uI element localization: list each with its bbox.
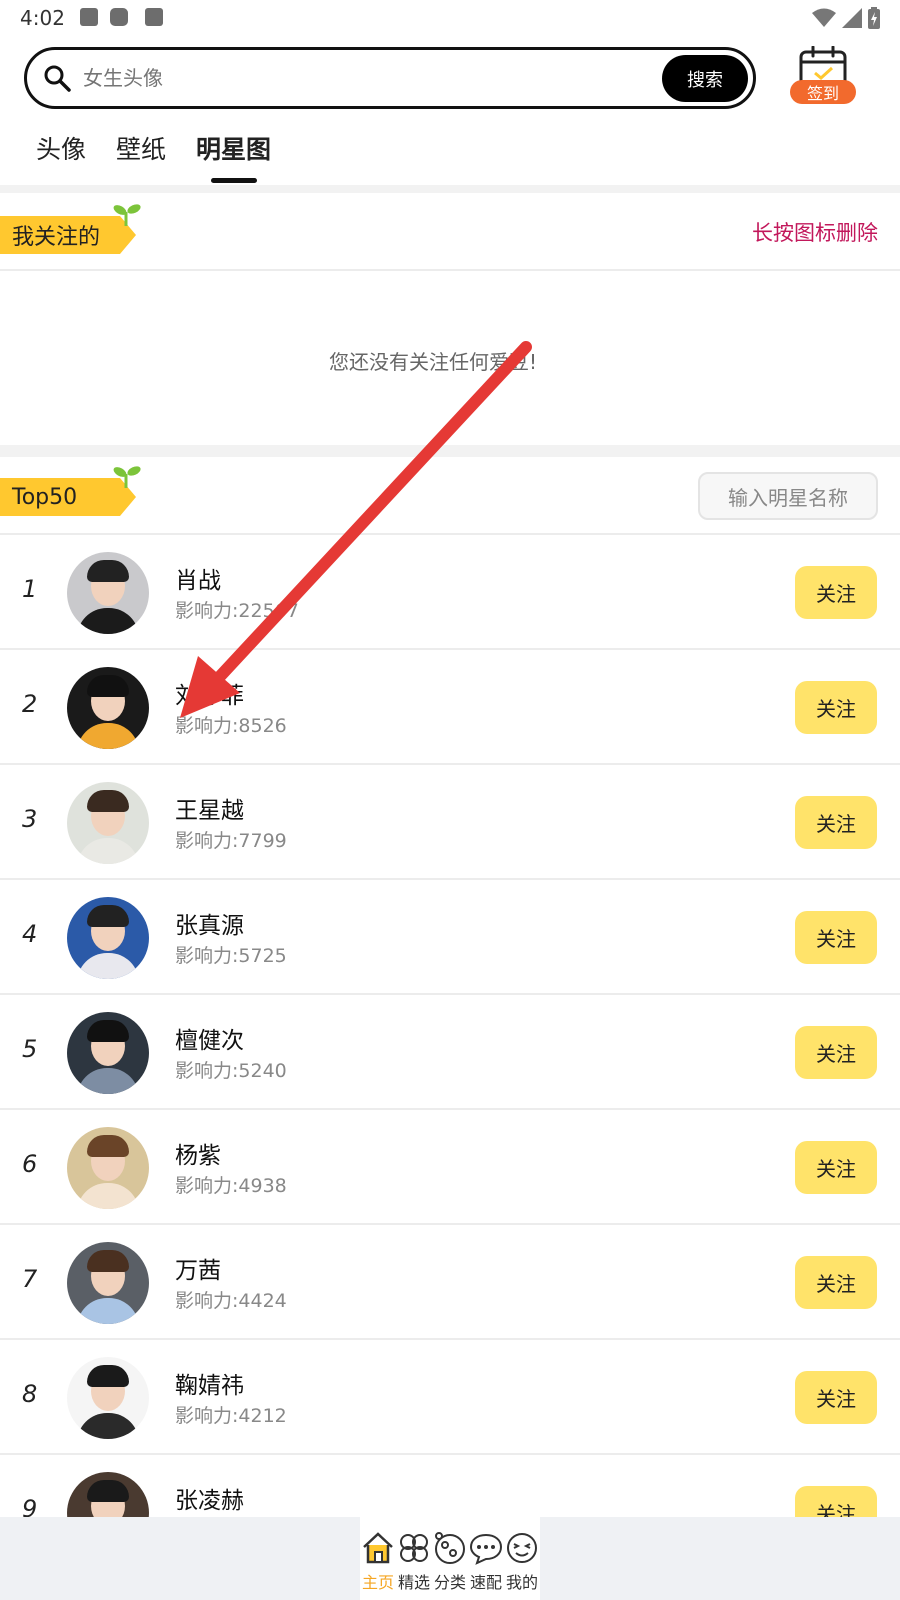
list-item[interactable]: 1 肖战 影响力:22567 关注 (0, 535, 900, 650)
nav-home[interactable]: 主页 (360, 1517, 396, 1600)
following-title-text: 我关注的 (12, 225, 101, 250)
status-bar: 4:02 (0, 0, 900, 36)
avatar[interactable] (67, 1357, 149, 1439)
nav-featured[interactable]: 精选 (396, 1517, 432, 1600)
nav-match-label: 速配 (469, 1573, 502, 1592)
rank-number: 7 (22, 1265, 38, 1293)
star-name: 张真源 (175, 913, 244, 939)
star-name: 万茜 (175, 1258, 221, 1284)
follow-button[interactable]: 关注 (795, 566, 877, 619)
influence-score: 影响力:5725 (175, 945, 287, 967)
star-name-search-input[interactable]: 输入明星名称 (698, 472, 878, 520)
follow-button[interactable]: 关注 (795, 1371, 877, 1424)
tab-wallpaper[interactable]: 壁纸 (116, 130, 166, 166)
influence-score: 影响力:7799 (175, 830, 287, 852)
nav-match[interactable]: 速配 (468, 1517, 504, 1600)
tab-star-pictures[interactable]: 明星图 (196, 130, 271, 166)
influence-score: 影响力:4938 (175, 1175, 287, 1197)
tab-active-indicator (211, 178, 257, 183)
influence-score: 影响力:4424 (175, 1290, 287, 1312)
bottom-navigation: 主页 精选 分类 速配 我的 (0, 1517, 900, 1600)
rank-number: 1 (22, 575, 38, 603)
rank-number: 5 (22, 1035, 38, 1063)
list-item[interactable]: 5 檀健次 影响力:5240 关注 (0, 995, 900, 1110)
following-section-title: 我关注的 (0, 216, 136, 254)
star-name: 鞠婧祎 (175, 1373, 244, 1399)
list-item[interactable]: 2 刘亦菲 影响力:8526 关注 (0, 650, 900, 765)
chat-bubble-icon (469, 1533, 503, 1565)
avatar[interactable] (67, 552, 149, 634)
category-tabs: 头像 壁纸 明星图 (36, 130, 271, 166)
search-input[interactable] (83, 62, 623, 94)
list-item[interactable]: 8 鞠婧祎 影响力:4212 关注 (0, 1340, 900, 1455)
avatar[interactable] (67, 667, 149, 749)
signal-icon (842, 8, 862, 28)
list-item[interactable]: 3 王星越 影响力:7799 关注 (0, 765, 900, 880)
nav-home-label: 主页 (361, 1573, 394, 1592)
follow-button[interactable]: 关注 (795, 1026, 877, 1079)
avatar[interactable] (67, 1242, 149, 1324)
nav-categories-label: 分类 (433, 1573, 466, 1592)
smiley-icon (507, 1533, 537, 1563)
wifi-icon (812, 8, 836, 27)
top50-title-text: Top50 (12, 484, 78, 510)
follow-button[interactable]: 关注 (795, 681, 877, 734)
star-name: 张凌赫 (175, 1488, 244, 1514)
follow-button[interactable]: 关注 (795, 911, 877, 964)
star-name: 檀健次 (175, 1028, 244, 1054)
influence-score: 影响力:5240 (175, 1060, 287, 1082)
tab-avatar[interactable]: 头像 (36, 130, 86, 166)
star-name: 杨紫 (175, 1143, 221, 1169)
empty-following-message: 您还没有关注任何爱豆! (328, 350, 538, 374)
influence-score: 影响力:8526 (175, 715, 287, 737)
section-divider (0, 445, 900, 457)
list-item[interactable]: 6 杨紫 影响力:4938 关注 (0, 1110, 900, 1225)
rank-number: 8 (22, 1380, 38, 1408)
rank-number: 2 (22, 690, 38, 718)
nav-profile[interactable]: 我的 (504, 1517, 540, 1600)
nav-featured-label: 精选 (397, 1573, 430, 1592)
rank-number: 6 (22, 1150, 38, 1178)
long-press-delete-hint: 长按图标删除 (752, 221, 878, 245)
star-name: 刘亦菲 (175, 683, 244, 709)
avatar[interactable] (67, 782, 149, 864)
influence-score: 影响力:4212 (175, 1405, 287, 1427)
gallery-icon (80, 8, 98, 26)
status-time: 4:02 (20, 6, 65, 30)
signin-button[interactable]: 签到 (790, 46, 856, 106)
rank-number: 3 (22, 805, 38, 833)
avatar[interactable] (67, 1012, 149, 1094)
divider (0, 269, 900, 271)
flower-icon (400, 1534, 428, 1562)
sprout-icon (113, 204, 141, 226)
influence-score: 影响力:22567 (175, 600, 299, 622)
top50-section-title: Top50 (0, 478, 136, 516)
follow-button[interactable]: 关注 (795, 1141, 877, 1194)
star-name: 王星越 (175, 798, 244, 824)
search-button[interactable]: 搜索 (662, 55, 748, 102)
list-item[interactable]: 4 张真源 影响力:5725 关注 (0, 880, 900, 995)
sprout-icon (113, 466, 141, 488)
follow-button[interactable]: 关注 (795, 796, 877, 849)
follow-button[interactable]: 关注 (795, 1256, 877, 1309)
signin-label: 签到 (790, 80, 856, 104)
categories-icon (435, 1532, 465, 1564)
avatar[interactable] (67, 897, 149, 979)
search-icon (44, 65, 71, 92)
battery-icon (868, 7, 880, 29)
star-name: 肖战 (175, 568, 221, 594)
nav-categories[interactable]: 分类 (432, 1517, 468, 1600)
home-icon (363, 1532, 393, 1564)
avatar[interactable] (67, 1127, 149, 1209)
search-bar[interactable]: 搜索 (24, 47, 756, 109)
nav-profile-label: 我的 (505, 1573, 538, 1592)
app-icon (110, 8, 128, 26)
list-item[interactable]: 7 万茜 影响力:4424 关注 (0, 1225, 900, 1340)
section-divider (0, 185, 900, 193)
rank-number: 4 (22, 920, 38, 948)
font-icon (145, 8, 163, 26)
